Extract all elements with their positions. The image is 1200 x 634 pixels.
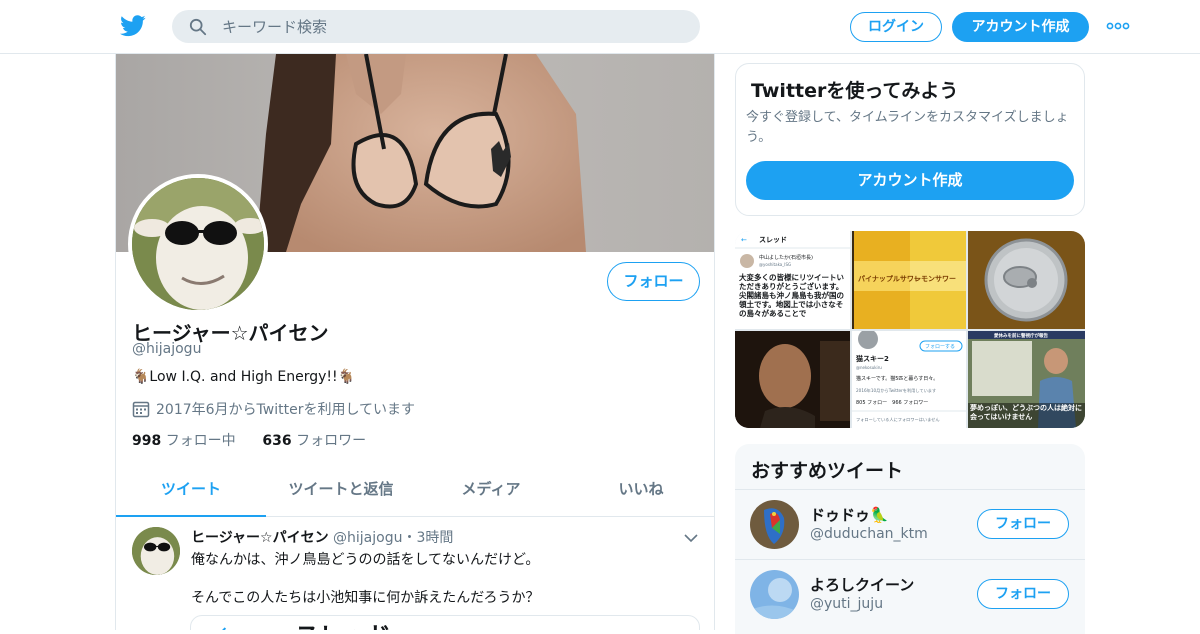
follow-button[interactable]: フォロー xyxy=(977,579,1069,609)
profile-handle[interactable]: @hijajogu xyxy=(132,341,201,357)
media-tile[interactable]: フォローする 猫スキー2 @nekosukiru 猫スキーです。猫5匹と暮らす日… xyxy=(852,331,966,428)
tile5-stats: 805 フォロー 966 フォロワー xyxy=(856,400,928,406)
recommended-user-handle[interactable]: @yuti_juju xyxy=(810,596,883,612)
tab-tweets-and-replies[interactable]: ツイートと返信 xyxy=(266,469,416,516)
more-dots-icon[interactable] xyxy=(1106,19,1130,33)
tweet-separator: ・ xyxy=(402,530,417,546)
search-box[interactable] xyxy=(172,10,700,43)
media-tile[interactable]: パイナップルサワー レモンサワー xyxy=(852,231,966,329)
signup-promo-card: Twitterを使ってみよう 今すぐ登録して、タイムラインをカスタマイズしましょ… xyxy=(735,63,1085,216)
calendar-icon xyxy=(132,401,150,418)
tile5-joined: 2016年10月からTwitterを利用しています xyxy=(856,387,936,394)
recommended-title: おすすめツイート xyxy=(751,460,904,482)
profile-follow-button[interactable]: フォロー xyxy=(607,262,700,301)
tile6-caption: 夢めっぽい、どうぶつの人は絶対に会ってはいけません xyxy=(970,404,1082,421)
recommended-user-name[interactable]: よろしクイーン xyxy=(810,574,914,595)
tile5-name: 猫スキー2 xyxy=(856,354,889,363)
tile5-bio: 猫スキーです。猫5匹と暮らす日々。 xyxy=(856,375,938,382)
profile-bio: 🐐Low I.Q. and High Energy!!🐐 xyxy=(132,369,356,385)
tweet-author-handle[interactable]: @hijajogu xyxy=(333,530,402,546)
back-arrow-icon: ← xyxy=(219,618,239,630)
tweet-text-line2: そんでこの人たちは小池知事に何か訴えたんだろうか？ xyxy=(191,590,540,606)
tile1-handle: @yoshitaka_ISG xyxy=(759,262,791,267)
tile1-header: スレッド xyxy=(759,236,787,244)
svg-text:←: ← xyxy=(741,236,747,244)
tile6-sign: 愛休みを前に警視庁が報告 xyxy=(994,332,1048,339)
top-navigation-bar: ログイン アカウント作成 xyxy=(0,0,1200,54)
tile2-label: パイナップルサワー xyxy=(858,274,921,283)
tile3-label: レモンサワー xyxy=(914,275,956,283)
joined-text: 2017年6月からTwitterを利用しています xyxy=(156,402,416,418)
tile1-name: 中山よしたか(石垣市長) xyxy=(759,254,813,261)
login-button[interactable]: ログイン xyxy=(850,12,942,42)
tile5-handle: @nekosukiru xyxy=(856,365,882,370)
signup-button[interactable]: アカウント作成 xyxy=(952,12,1089,42)
profile-joined-date: 2017年6月からTwitterを利用しています xyxy=(132,399,415,419)
twitter-bird-icon[interactable] xyxy=(120,14,146,38)
following-stat[interactable]: 998 フォロー中 xyxy=(132,433,236,449)
tile5-follow: フォローする xyxy=(925,344,955,350)
tab-likes[interactable]: いいね xyxy=(566,469,714,516)
list-item[interactable]: よろしクイーン @yuti_juju フォロー xyxy=(735,559,1085,629)
search-input[interactable] xyxy=(222,10,682,43)
tweet-author-name[interactable]: ヒージャー☆パイセン xyxy=(191,530,329,546)
tab-media[interactable]: メディア xyxy=(416,469,566,516)
signup-card-button[interactable]: アカウント作成 xyxy=(746,161,1074,200)
profile-stats: 998 フォロー中 636 フォロワー xyxy=(132,430,366,450)
recommended-users-card: おすすめツイート ドゥドゥ🦜 @duduchan_ktm フォロー よろしクイー… xyxy=(735,444,1085,634)
follow-button[interactable]: フォロー xyxy=(977,509,1069,539)
tweet-header: ヒージャー☆パイセン @hijajogu・3時間 xyxy=(191,527,453,547)
avatar[interactable] xyxy=(750,570,799,619)
search-icon xyxy=(189,18,207,36)
tweet-timestamp[interactable]: 3時間 xyxy=(416,530,453,546)
tweet-media-card[interactable]: ← スレッド xyxy=(190,615,700,630)
media-tile[interactable]: 愛休みを前に警視庁が報告 夢めっぽい、どうぶつの人は絶対に会ってはいけません xyxy=(968,331,1085,428)
signup-card-title: Twitterを使ってみよう xyxy=(751,80,959,102)
media-grid: ← スレッド 中山よしたか(石垣市長) @yoshitaka_ISG 大変多くの… xyxy=(735,231,1085,428)
avatar[interactable] xyxy=(750,500,799,549)
tweet-text-line1: 俺なんかは、沖ノ鳥島どうのの話をしてないんだけど。 xyxy=(191,552,540,568)
profile-column: フォロー ヒージャー☆パイセン @hijajogu 🐐Low I.Q. and … xyxy=(115,54,715,630)
followers-stat[interactable]: 636 フォロワー xyxy=(262,433,366,449)
profile-avatar[interactable] xyxy=(128,174,268,314)
tweet-avatar[interactable] xyxy=(132,527,180,575)
list-item[interactable]: ドゥドゥ🦜 @duduchan_ktm フォロー xyxy=(735,489,1085,559)
profile-tabs: ツイート ツイートと返信 メディア いいね xyxy=(116,469,714,517)
tile5-footer: フォローしている人にフォロワーはいません xyxy=(856,417,940,423)
media-tile[interactable] xyxy=(968,231,1085,329)
tab-tweets[interactable]: ツイート xyxy=(116,469,266,517)
recommended-user-handle[interactable]: @duduchan_ktm xyxy=(810,526,928,542)
media-tile[interactable] xyxy=(735,331,850,428)
recommended-user-name[interactable]: ドゥドゥ🦜 xyxy=(810,504,889,525)
tile1-text: 大変多くの皆様にリツイートいただきありがとうございます。尖閣諸島も沖ノ鳥島も我が… xyxy=(739,273,844,318)
tweet-item[interactable]: ヒージャー☆パイセン @hijajogu・3時間 俺なんかは、沖ノ鳥島どうのの話… xyxy=(116,517,714,630)
signup-card-subtitle: 今すぐ登録して、タイムラインをカスタマイズしましょう。 xyxy=(746,110,1069,145)
media-tile[interactable]: ← スレッド 中山よしたか(石垣市長) @yoshitaka_ISG 大変多くの… xyxy=(735,231,850,329)
tweet-card-title: スレッド xyxy=(295,616,391,630)
chevron-down-icon[interactable] xyxy=(684,533,698,543)
